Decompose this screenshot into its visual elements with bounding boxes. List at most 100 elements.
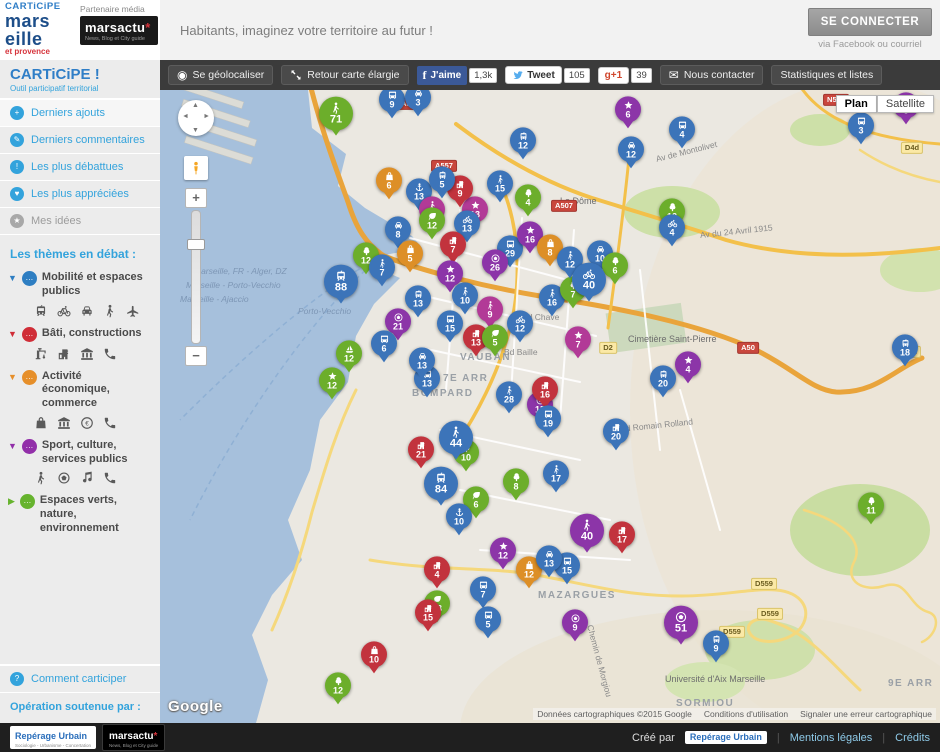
map-marker-shop[interactable]: 10 (361, 641, 387, 667)
map-marker-tram[interactable]: 18 (892, 334, 918, 360)
map-marker-bike[interactable]: 40 (572, 263, 606, 297)
credits-link[interactable]: Crédits (895, 732, 930, 744)
map-marker-tram[interactable]: 13 (405, 285, 431, 311)
map-marker-sport[interactable]: 9 (562, 609, 588, 635)
theme-toggle-icon[interactable]: ▼ (8, 271, 17, 285)
terms-link[interactable]: Conditions d'utilisation (704, 709, 788, 719)
map-marker-leaf[interactable]: 12 (419, 207, 445, 233)
map-marker-shop[interactable]: 6 (376, 167, 402, 193)
pan-down-icon[interactable]: ▼ (192, 127, 199, 134)
map-area[interactable]: Le DômeCimetière Saint-PierreUniversité … (160, 90, 940, 723)
map-marker-building[interactable]: 16 (532, 376, 558, 402)
pegman-control[interactable] (184, 156, 208, 180)
map-marker-bus[interactable]: 5 (475, 606, 501, 632)
map-marker-walk[interactable]: 7 (369, 254, 395, 280)
map-marker-tram[interactable]: 20 (650, 365, 676, 391)
map-marker-tree[interactable]: 12 (325, 672, 351, 698)
map-type-satellite-button[interactable]: Satellite (877, 95, 934, 113)
map-marker-tram[interactable]: 12 (510, 127, 536, 153)
sidebar-item-comment-carticiper[interactable]: ? Comment carticiper (0, 664, 160, 693)
theme-toggle-icon[interactable]: ▼ (8, 327, 17, 341)
map-marker-walk[interactable]: 40 (570, 514, 604, 548)
map-marker-bike[interactable]: 12 (507, 310, 533, 336)
map-marker-tram[interactable]: 84 (424, 467, 458, 501)
map-marker-tree[interactable]: 4 (515, 184, 541, 210)
map-marker-tram[interactable]: 88 (324, 265, 358, 299)
map-marker-bus[interactable]: 6 (371, 330, 397, 356)
sidebar-item-2[interactable]: !Les plus débattues (0, 154, 160, 181)
pan-right-icon[interactable]: ► (203, 113, 210, 120)
map-marker-building[interactable]: 4 (424, 556, 450, 582)
map-marker-culture[interactable]: 12 (490, 537, 516, 563)
map-marker-building[interactable]: 7 (440, 231, 466, 257)
gplus-widget[interactable]: g+1 39 (598, 67, 652, 84)
map-marker-walk[interactable]: 28 (496, 381, 522, 407)
map-marker-building[interactable]: 15 (415, 599, 441, 625)
tweet-widget[interactable]: Tweet 105 (505, 66, 589, 84)
theme-toggle-icon[interactable]: ▼ (8, 439, 17, 453)
map-marker-bike[interactable]: 4 (659, 214, 685, 240)
reperage-urbain-logo[interactable]: Repérage Urbain Sociologie - Urbanisme -… (10, 726, 96, 750)
map-marker-bus[interactable]: 7 (470, 576, 496, 602)
map-marker-walk[interactable]: 44 (439, 421, 473, 455)
report-error-link[interactable]: Signaler une erreur cartographique (800, 709, 932, 719)
theme-toggle-icon[interactable]: ▼ (8, 370, 17, 384)
map-marker-sport[interactable]: 51 (664, 606, 698, 640)
map-marker-anchor[interactable]: 10 (446, 503, 472, 529)
map-marker-car[interactable]: 13 (409, 347, 435, 373)
map-marker-walk[interactable]: 9 (477, 296, 503, 322)
sidebar-item-3[interactable]: ♥Les plus appréciées (0, 181, 160, 208)
se-connecter-button[interactable]: SE CONNECTER (808, 8, 932, 36)
map-marker-walk[interactable]: 71 (319, 97, 353, 131)
zoom-slider[interactable] (191, 210, 201, 344)
zoom-slider-handle[interactable] (187, 239, 205, 250)
pan-control[interactable]: ▲ ▼ ◄ ► (178, 100, 214, 136)
map-marker-boat[interactable]: 12 (336, 340, 362, 366)
map-marker-culture[interactable]: 4 (675, 351, 701, 377)
map-marker-walk[interactable]: 17 (543, 460, 569, 486)
map-marker-walk[interactable]: 15 (487, 170, 513, 196)
map-marker-car[interactable]: 3 (405, 90, 431, 110)
pan-up-icon[interactable]: ▲ (192, 102, 199, 109)
sidebar-item-mes-idees[interactable]: ★ Mes idées (0, 208, 160, 235)
google-logo[interactable]: Google (168, 698, 223, 715)
stats-button[interactable]: Statistiques et listes (771, 65, 882, 85)
map-marker-car[interactable]: 12 (618, 136, 644, 162)
map-marker-sport[interactable]: 26 (482, 249, 508, 275)
carticipe-marseille-logo[interactable]: CARTiCiPE mars eille et provence (5, 2, 75, 56)
map-marker-leaf[interactable]: 5 (482, 324, 508, 350)
sidebar-item-1[interactable]: ✎Derniers commentaires (0, 127, 160, 154)
geolocate-button[interactable]: ◉ Se géolocaliser (168, 65, 273, 85)
marsactu-footer-logo[interactable]: marsactu* News, Blog et City guide (102, 724, 165, 752)
theme-item-4[interactable]: ▶…Espaces verts, nature, environnement (0, 490, 160, 545)
map-marker-bus[interactable]: 4 (669, 116, 695, 142)
theme-item-0[interactable]: ▼…Mobilité et espaces publics (0, 267, 160, 323)
reperage-urbain-credit-logo[interactable]: Repérage Urbain (685, 731, 767, 744)
map-marker-culture[interactable]: 6 (615, 96, 641, 122)
map-marker-building[interactable]: 21 (408, 436, 434, 462)
map-marker-bus[interactable]: 15 (437, 310, 463, 336)
theme-item-1[interactable]: ▼…Bâti, constructions (0, 323, 160, 366)
pan-left-icon[interactable]: ◄ (182, 113, 189, 120)
map-marker-tram[interactable]: 9 (703, 630, 729, 656)
map-type-plan-button[interactable]: Plan (836, 95, 877, 113)
map-marker-culture[interactable]: 7 (565, 326, 591, 352)
zoom-in-button[interactable]: + (185, 188, 207, 208)
map-marker-tram[interactable]: 5 (429, 166, 455, 192)
map-marker-shop[interactable]: 5 (397, 240, 423, 266)
marsactu-logo[interactable]: marsactu* News, Blog et City guide (80, 16, 158, 45)
theme-toggle-icon[interactable]: ▶ (8, 494, 15, 508)
map-marker-bus[interactable]: 9 (379, 90, 405, 112)
sidebar-logo[interactable]: CARTiCiPE ! Outil participatif territori… (0, 60, 160, 100)
wide-map-button[interactable]: Retour carte élargie (281, 65, 408, 85)
map-marker-building[interactable]: 20 (603, 418, 629, 444)
map-marker-culture[interactable]: 12 (319, 367, 345, 393)
zoom-out-button[interactable]: − (185, 346, 207, 366)
theme-item-3[interactable]: ▼…Sport, culture, services publics (0, 435, 160, 491)
map-marker-car[interactable]: 13 (536, 545, 562, 571)
contact-button[interactable]: ✉ Nous contacter (660, 65, 764, 85)
theme-item-2[interactable]: ▼…Activité économique, commerce (0, 366, 160, 435)
facebook-like-widget[interactable]: fJ'aime 1,3k (417, 66, 498, 85)
map-marker-tree[interactable]: 11 (858, 492, 884, 518)
map-marker-bus[interactable]: 19 (535, 405, 561, 431)
